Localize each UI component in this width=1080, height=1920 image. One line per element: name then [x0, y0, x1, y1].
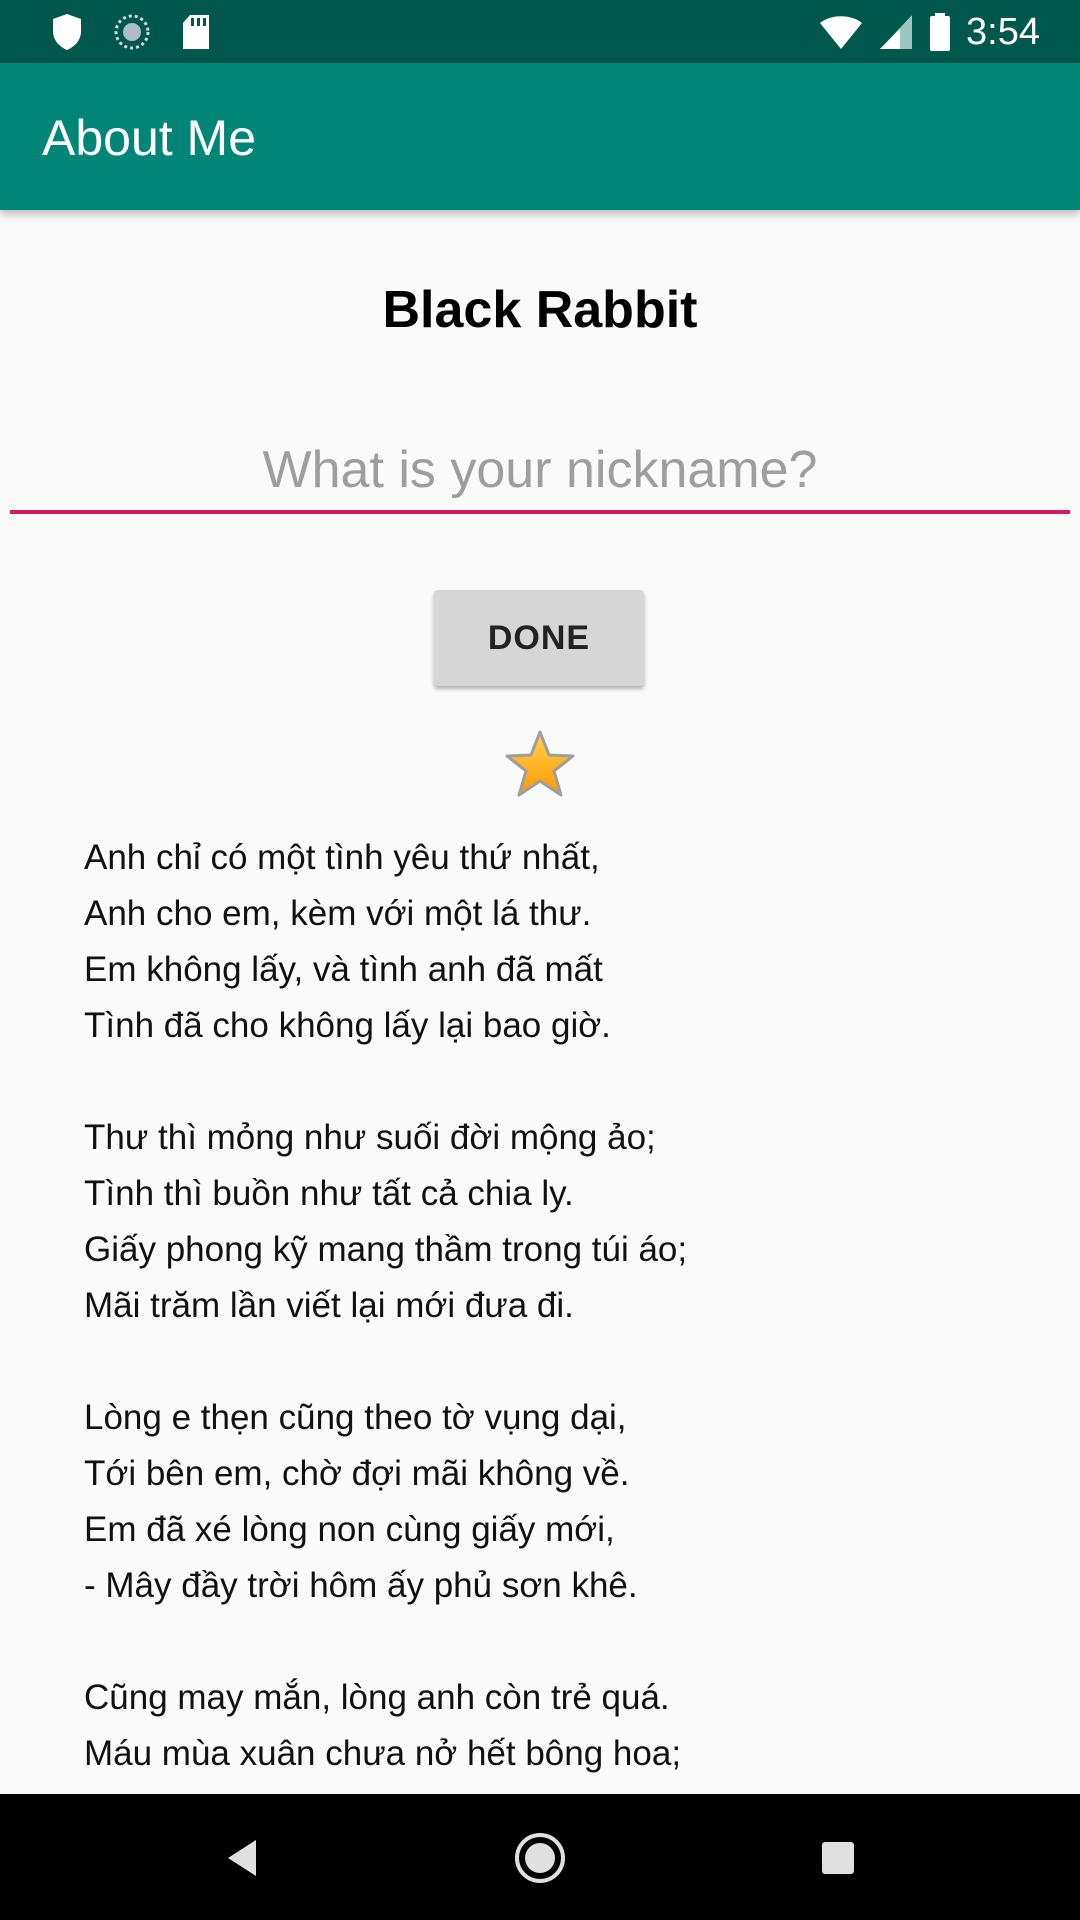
poem-stanza: Thư thì mỏng như suối đời mộng ảo; Tình …: [84, 1110, 1004, 1334]
poem-line: - Mây đầy trời hôm ấy phủ sơn khê.: [84, 1566, 638, 1605]
status-bar: 3:54: [0, 0, 1080, 63]
poem-line: Em đã xé lòng non cùng giấy mới,: [84, 1510, 615, 1549]
wifi-icon: [820, 16, 863, 49]
poem-line: Em không lấy, và tình anh đã mất: [84, 950, 603, 989]
app-bar: About Me: [0, 63, 1080, 210]
poem-line: Tình thì buồn như tất cả chia ly.: [84, 1174, 574, 1213]
main-content[interactable]: Black Rabbit DONE Anh chỉ có một tình yê…: [0, 210, 1080, 1794]
back-icon[interactable]: [222, 1836, 262, 1880]
status-left-icons: [50, 12, 212, 52]
app-title: About Me: [42, 110, 257, 166]
poem-line: Tới bên em, chờ đợi mãi không về.: [84, 1454, 630, 1493]
poem-line: Tình đã cho không lấy lại bao giờ.: [84, 1006, 611, 1045]
poem-line: Anh chỉ có một tình yêu thứ nhất,: [84, 838, 600, 877]
poem-stanza: Cũng may mắn, lòng anh còn trẻ quá. Máu …: [84, 1670, 1004, 1782]
poem-line: Thư thì mỏng như suối đời mộng ảo;: [84, 1118, 656, 1157]
battery-icon: [930, 13, 951, 51]
nickname-input[interactable]: [10, 430, 1070, 514]
poem-text: Anh chỉ có một tình yêu thứ nhất, Anh ch…: [84, 830, 1004, 1794]
home-icon[interactable]: [512, 1830, 568, 1886]
poem-stanza: Lòng e thẹn cũng theo tờ vụng dại, Tới b…: [84, 1390, 1004, 1614]
status-right-icons: 3:54: [818, 8, 1040, 56]
status-time: 3:54: [966, 11, 1040, 53]
poem-line: Anh cho em, kèm với một lá thư.: [84, 894, 592, 933]
poem-line: Giấy phong kỹ mang thầm trong túi áo;: [84, 1230, 688, 1269]
sync-icon: [114, 14, 150, 50]
done-button[interactable]: DONE: [434, 590, 644, 686]
name-text: Black Rabbit: [382, 281, 698, 339]
poem-stanza: Anh chỉ có một tình yêu thứ nhất, Anh ch…: [84, 830, 1004, 1054]
signal-icon: [880, 15, 913, 49]
poem-line: Máu mùa xuân chưa nở hết bông hoa;: [84, 1734, 682, 1773]
star-icon: [505, 730, 575, 797]
poem-line: Cũng may mắn, lòng anh còn trẻ quá.: [84, 1678, 670, 1717]
poem-line: Lòng e thẹn cũng theo tờ vụng dại,: [84, 1398, 627, 1437]
recents-icon[interactable]: [820, 1840, 856, 1876]
shield-icon: [53, 14, 81, 50]
navigation-bar: [0, 1794, 1080, 1920]
sd-card-icon: [183, 15, 209, 49]
poem-line: Mãi trăm lần viết lại mới đưa đi.: [84, 1286, 574, 1325]
